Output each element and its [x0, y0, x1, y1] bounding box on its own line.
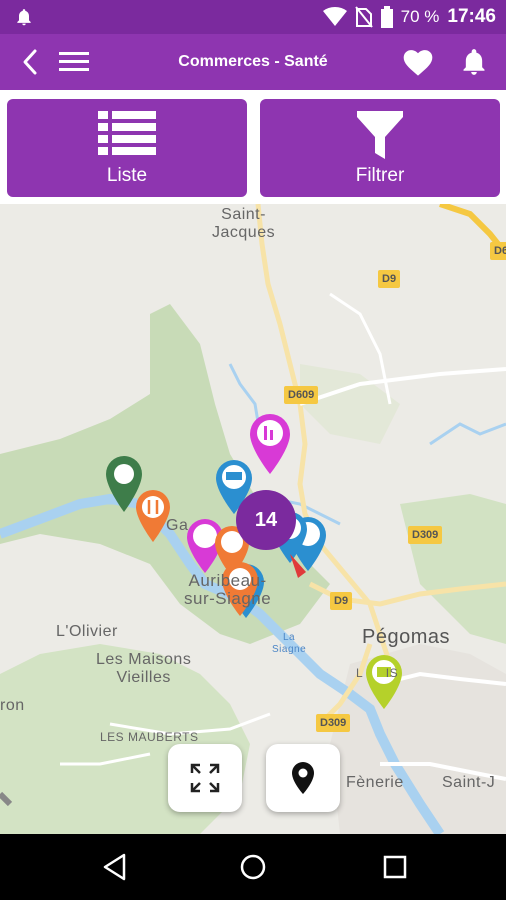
place-label-ron: ron — [0, 697, 25, 714]
road-badge-d9-mid: D9 — [330, 592, 353, 610]
favorite-heart-icon — [403, 50, 433, 76]
map-cluster-marker[interactable]: 14 — [236, 490, 296, 550]
road-badge-d9: D9 — [378, 270, 401, 288]
road-badge-d309-low: D309 — [316, 714, 351, 732]
system-navigation-bar — [0, 834, 506, 900]
road-badge-d609: D609 — [284, 386, 319, 404]
back-button[interactable] — [12, 44, 48, 80]
place-label-fenerie: Fènerie — [346, 774, 404, 791]
no-sim-icon — [354, 6, 373, 28]
my-location-button[interactable] — [266, 744, 340, 812]
menu-icon — [59, 52, 89, 71]
app-bar: Commerces - Santé — [0, 34, 506, 90]
place-label-auribeau: Auribeau- sur-Siagne — [184, 571, 272, 608]
status-bar: 70 % 17:46 — [0, 0, 506, 34]
clock: 17:46 — [447, 6, 496, 27]
list-button-label: Liste — [106, 165, 148, 186]
fullscreen-icon — [190, 763, 220, 793]
fullscreen-button[interactable] — [168, 744, 242, 812]
notification-bell-icon — [463, 49, 485, 75]
wifi-icon — [322, 7, 347, 26]
notification-bell-icon — [17, 9, 31, 26]
list-icon — [98, 111, 156, 155]
place-label-saint-j: Saint-J — [442, 774, 496, 791]
place-label-pegomas: Pégomas — [362, 626, 450, 648]
back-arrow-icon — [23, 49, 37, 75]
map-pin-magenta-top[interactable] — [250, 414, 290, 474]
recent-apps-square-icon[interactable] — [380, 852, 410, 882]
filter-button-label: Filtrer — [355, 165, 405, 186]
filter-button[interactable]: Filtrer — [260, 99, 500, 197]
road-badge-d309: D309 — [408, 526, 443, 544]
place-label-maisons-vieilles: Les Maisons Vieilles — [96, 651, 192, 686]
menu-button[interactable] — [56, 44, 92, 80]
toolbar: Liste Filtrer — [0, 90, 506, 204]
river-label-la-siagne: La Siagne — [272, 632, 307, 655]
place-label-lou-lis: L IS — [356, 666, 399, 680]
home-circle-icon[interactable] — [238, 852, 268, 882]
notifications-button[interactable] — [456, 44, 492, 80]
list-button[interactable]: Liste — [7, 99, 247, 197]
place-label-lolivier: L'Olivier — [56, 623, 118, 640]
place-label-saint-jacques: Saint- Jacques — [212, 206, 276, 241]
battery-level: 70 % — [400, 7, 440, 26]
map-view[interactable]: Saint- Jacques Ga Auribeau- sur-Siagne L… — [0, 204, 506, 834]
place-label-galardier: Ga — [166, 517, 189, 534]
battery-icon — [380, 6, 393, 28]
back-triangle-icon[interactable] — [100, 852, 130, 882]
favorite-button[interactable] — [400, 44, 436, 80]
my-location-icon — [292, 762, 314, 794]
road-badge-d6: D6 — [490, 242, 506, 260]
filter-funnel-icon — [357, 111, 403, 159]
